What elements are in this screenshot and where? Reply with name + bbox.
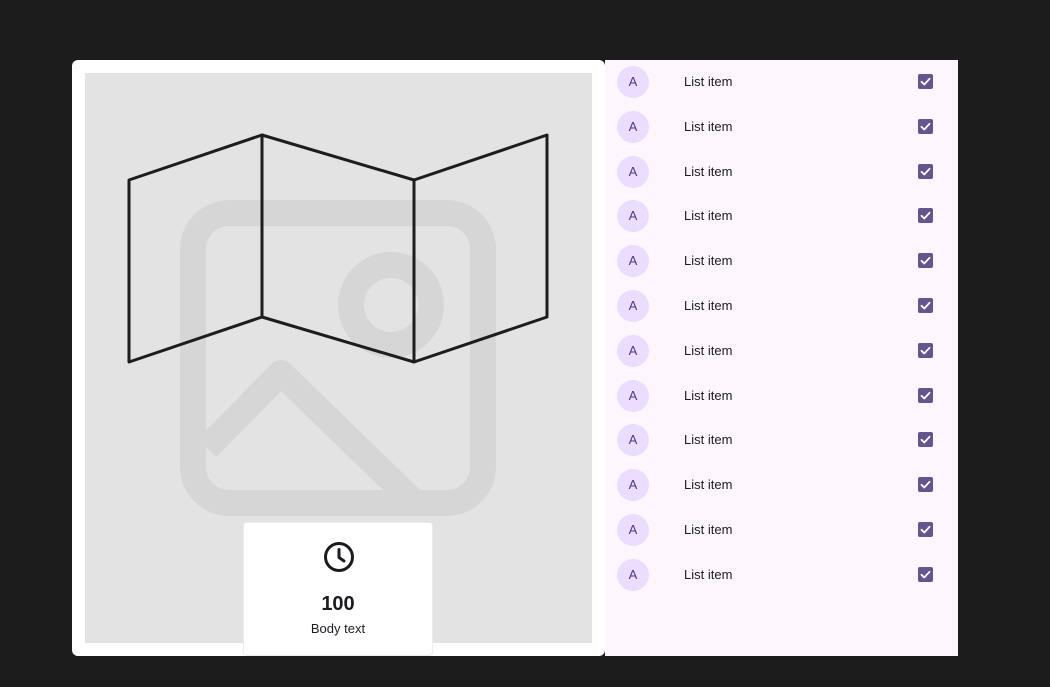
check-icon — [920, 257, 931, 265]
list-item[interactable]: A List item — [605, 60, 958, 105]
stat-value: 100 — [321, 593, 355, 615]
list-item[interactable]: A List item — [605, 418, 958, 463]
checkbox[interactable] — [918, 298, 933, 313]
list-panel: A List item A List item A List item A List item… — [605, 60, 958, 656]
avatar: A — [617, 290, 649, 322]
avatar: A — [617, 245, 649, 278]
checkbox[interactable] — [918, 342, 933, 358]
list-item[interactable]: A List item — [605, 374, 958, 419]
list-item[interactable]: A List item — [605, 553, 958, 598]
checkbox[interactable] — [918, 74, 933, 89]
list-item[interactable]: A List item — [605, 239, 958, 284]
list-item-label: List item — [684, 432, 733, 448]
list-item-label: List item — [684, 253, 733, 269]
check-icon — [920, 525, 931, 534]
stat-card: 100 Body text — [243, 522, 433, 656]
avatar: A — [617, 334, 649, 367]
checkbox[interactable] — [918, 163, 933, 179]
checkbox[interactable] — [918, 566, 933, 582]
avatar: A — [617, 155, 649, 188]
checkbox[interactable] — [918, 432, 933, 448]
check-icon — [920, 122, 931, 131]
media-card: 100 Body text — [72, 60, 605, 656]
checkbox[interactable] — [918, 253, 933, 269]
avatar: A — [617, 514, 649, 546]
avatar: A — [617, 424, 649, 457]
check-icon — [920, 391, 931, 399]
list-item[interactable]: A List item — [605, 194, 958, 239]
avatar: A — [617, 110, 649, 143]
checkbox[interactable] — [918, 208, 933, 224]
clock-icon — [324, 542, 354, 572]
list-item-label: List item — [684, 566, 733, 582]
list-item[interactable]: A List item — [605, 105, 958, 150]
checkbox[interactable] — [918, 387, 933, 403]
check-icon — [920, 212, 931, 220]
list-item-label: List item — [684, 163, 733, 179]
check-icon — [920, 436, 931, 444]
list-item-label: List item — [684, 298, 733, 313]
checkbox[interactable] — [918, 522, 933, 537]
list-item-label: List item — [684, 477, 733, 493]
list-item[interactable]: A List item — [605, 508, 958, 553]
list-item[interactable]: A List item — [605, 329, 958, 374]
checkbox[interactable] — [918, 477, 933, 493]
checkbox[interactable] — [918, 118, 933, 134]
check-icon — [920, 570, 931, 579]
check-icon — [920, 167, 931, 175]
avatar: A — [617, 200, 649, 233]
list-item-label: List item — [684, 387, 733, 403]
list-item[interactable]: A List item — [605, 463, 958, 508]
list-item[interactable]: A List item — [605, 150, 958, 195]
list-item[interactable]: A List item — [605, 284, 958, 329]
list-item-label: List item — [684, 118, 733, 134]
list-item-label: List item — [684, 342, 733, 358]
canvas: 100 Body text A List item A List item A List … — [0, 0, 1050, 687]
list-item-label: List item — [684, 522, 733, 537]
avatar: A — [617, 66, 649, 98]
check-icon — [920, 346, 931, 355]
list-item-label: List item — [684, 208, 733, 224]
avatar: A — [617, 558, 649, 591]
check-icon — [920, 481, 931, 489]
avatar: A — [617, 469, 649, 502]
check-icon — [920, 301, 931, 310]
stat-label: Body text — [310, 621, 366, 636]
avatar: A — [617, 379, 649, 412]
check-icon — [920, 77, 931, 86]
list-item-label: List item — [684, 74, 733, 89]
